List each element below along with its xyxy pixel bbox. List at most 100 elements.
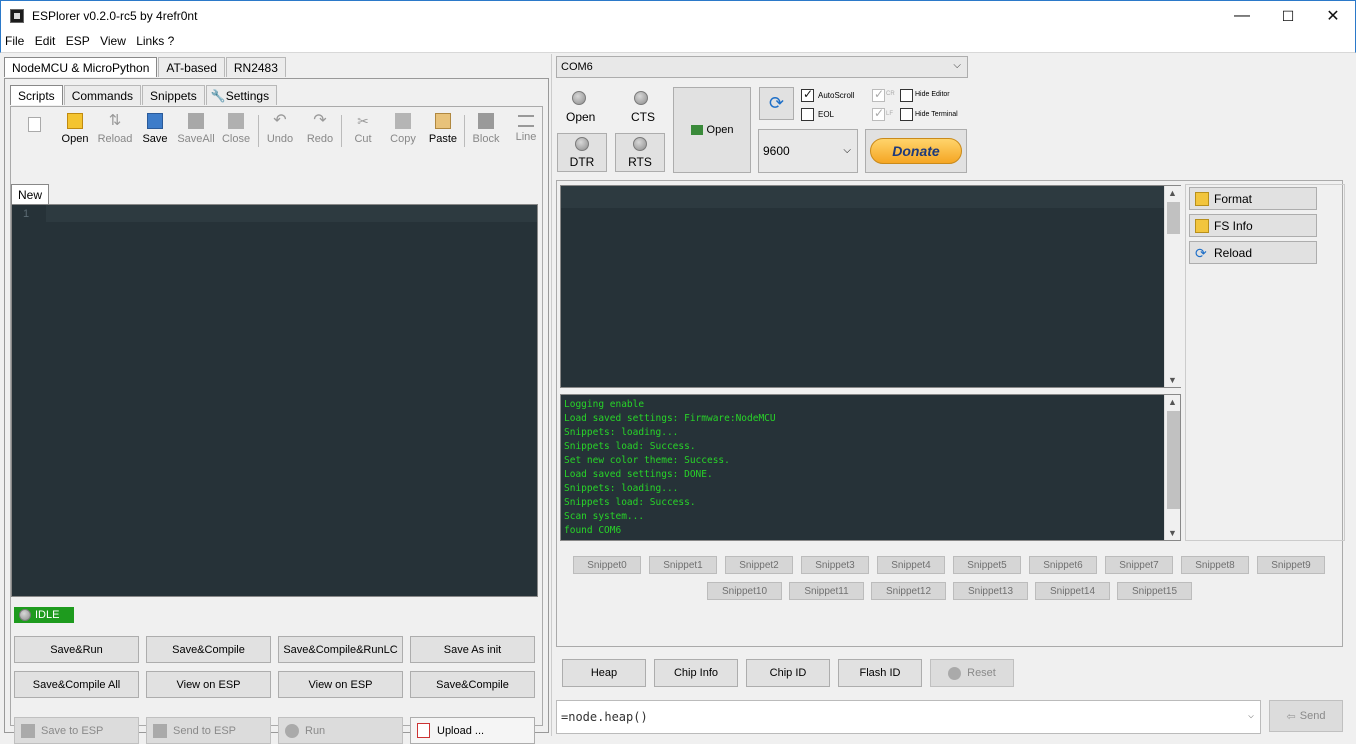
- view-on-esp-button[interactable]: View on ESP: [146, 671, 271, 698]
- snippet-button[interactable]: Snippet13: [953, 582, 1028, 600]
- log-scroll-thumb[interactable]: [1167, 411, 1180, 509]
- minimize-button[interactable]: —: [1219, 1, 1265, 31]
- cr-checkbox[interactable]: [872, 87, 885, 102]
- paste-button[interactable]: Paste: [423, 111, 463, 151]
- refresh-ports-button[interactable]: ⟳: [759, 87, 794, 120]
- chevron-down-icon: ⌵: [1247, 710, 1254, 721]
- format-icon: [1195, 191, 1209, 206]
- log-line: Load saved settings: Firmware:NodeMCU: [564, 413, 776, 424]
- menu-links[interactable]: Links ?: [132, 31, 177, 48]
- snippet-button[interactable]: Snippet10: [707, 582, 782, 600]
- reload-button[interactable]: ⇅ Reload: [95, 111, 135, 151]
- format-button[interactable]: Format: [1189, 187, 1317, 210]
- save-to-esp-button[interactable]: Save to ESP: [14, 717, 139, 744]
- snippet-button[interactable]: Snippet5: [953, 556, 1021, 574]
- redo-button[interactable]: ↷ Redo: [300, 111, 340, 151]
- side-reload-button[interactable]: ⟳ Reload: [1189, 241, 1317, 264]
- command-input[interactable]: =node.heap() ⌵: [556, 700, 1261, 734]
- menu-edit[interactable]: Edit: [31, 31, 59, 48]
- save-button[interactable]: Save: [135, 111, 175, 151]
- heap-button[interactable]: Heap: [562, 659, 646, 687]
- save-run-button[interactable]: Save&Run: [14, 636, 139, 663]
- upload-button[interactable]: Upload ...: [410, 717, 535, 744]
- copy-button[interactable]: Copy: [383, 111, 423, 151]
- tab-settings[interactable]: 🔧Settings: [205, 85, 278, 105]
- snippet-button[interactable]: Snippet2: [725, 556, 793, 574]
- maximize-button[interactable]: ☐: [1265, 1, 1311, 31]
- open-button[interactable]: Open: [55, 111, 95, 151]
- tab-nodemcu[interactable]: NodeMCU & MicroPython: [4, 57, 158, 77]
- close-button[interactable]: ✕: [1310, 1, 1356, 31]
- snippet-button[interactable]: Snippet15: [1117, 582, 1192, 600]
- rts-button[interactable]: RTS: [615, 133, 665, 172]
- menu-view[interactable]: View: [96, 31, 129, 48]
- plug-icon: [690, 125, 703, 135]
- save-compile-button-2[interactable]: Save&Compile: [410, 671, 535, 698]
- format-label: Format: [1214, 191, 1253, 206]
- flash-id-button[interactable]: Flash ID: [838, 659, 922, 687]
- save-compile-runlc-button[interactable]: Save&Compile&RunLC: [278, 636, 403, 663]
- reset-button[interactable]: Reset: [930, 659, 1014, 687]
- donate-badge: Donate: [870, 138, 962, 164]
- terminal-output[interactable]: ▲ ▼: [560, 185, 1181, 388]
- terminal-scrollbar[interactable]: ▲ ▼: [1164, 186, 1181, 387]
- autoscroll-checkbox[interactable]: [801, 87, 814, 102]
- eol-label: EOL: [818, 110, 835, 119]
- donate-button[interactable]: Donate: [865, 129, 967, 173]
- send-button[interactable]: ⇦ Send: [1269, 700, 1343, 732]
- log-line: Snippets: loading...: [564, 483, 679, 494]
- save-compile-all-button[interactable]: Save&Compile All: [14, 671, 139, 698]
- fs-info-icon: [1195, 218, 1209, 233]
- hide-terminal-checkbox[interactable]: [900, 108, 913, 121]
- save-as-init-button[interactable]: Save As init: [410, 636, 535, 663]
- dtr-button[interactable]: DTR: [557, 133, 607, 172]
- line-gutter: 1: [12, 205, 46, 596]
- menu-file[interactable]: File: [1, 31, 27, 48]
- new-file-button[interactable]: [14, 111, 54, 151]
- baud-select[interactable]: 9600 ⌵: [758, 129, 858, 173]
- line-number: 1: [23, 208, 30, 220]
- send-to-esp-button[interactable]: Send to ESP: [146, 717, 271, 744]
- snippet-button[interactable]: Snippet4: [877, 556, 945, 574]
- port-select[interactable]: COM6 ⌵: [556, 56, 968, 78]
- tab-rn2483[interactable]: RN2483: [225, 57, 286, 77]
- snippet-button[interactable]: Snippet8: [1181, 556, 1249, 574]
- snippet-button[interactable]: Snippet0: [573, 556, 641, 574]
- snippet-button[interactable]: Snippet14: [1035, 582, 1110, 600]
- eol-checkbox[interactable]: [801, 108, 814, 121]
- cut-button[interactable]: ✂ Cut: [343, 111, 383, 151]
- snippet-button[interactable]: Snippet1: [649, 556, 717, 574]
- snippet-button[interactable]: Snippet9: [1257, 556, 1325, 574]
- saveall-button[interactable]: SaveAll: [176, 111, 216, 151]
- snippet-button[interactable]: Snippet6: [1029, 556, 1097, 574]
- lf-checkbox[interactable]: [872, 106, 885, 121]
- snippet-button[interactable]: Snippet12: [871, 582, 946, 600]
- line-button[interactable]: Line: [506, 111, 546, 151]
- menu-esp[interactable]: ESP: [62, 31, 93, 48]
- right-panel: COM6 ⌵ Open CTS DTR RTS Open ⟳ 9600 ⌵ Au…: [556, 54, 1356, 736]
- save-to-esp-label: Save to ESP: [41, 724, 104, 737]
- save-compile-button[interactable]: Save&Compile: [146, 636, 271, 663]
- snippet-button[interactable]: Snippet11: [789, 582, 864, 600]
- undo-button[interactable]: ↶ Undo: [260, 111, 300, 151]
- tab-snippets[interactable]: Snippets: [142, 85, 205, 105]
- run-button[interactable]: Run: [278, 717, 403, 744]
- block-button[interactable]: Block: [466, 111, 506, 151]
- hide-editor-checkbox[interactable]: [900, 89, 913, 102]
- terminal-scroll-thumb[interactable]: [1167, 202, 1180, 234]
- tab-scripts[interactable]: Scripts: [10, 85, 63, 105]
- close-file-button[interactable]: Close: [216, 111, 256, 151]
- log-panel[interactable]: Logging enable Load saved settings: Firmw…: [560, 394, 1181, 541]
- code-editor[interactable]: 1: [11, 204, 538, 597]
- open-port-button[interactable]: Open: [673, 87, 751, 173]
- view-on-esp-button-2[interactable]: View on ESP: [278, 671, 403, 698]
- snippet-button[interactable]: Snippet3: [801, 556, 869, 574]
- chip-id-button[interactable]: Chip ID: [746, 659, 830, 687]
- editor-tab-new[interactable]: New: [11, 184, 50, 205]
- tab-at-based[interactable]: AT-based: [158, 57, 225, 77]
- tab-commands[interactable]: Commands: [63, 85, 142, 105]
- chip-info-button[interactable]: Chip Info: [654, 659, 738, 687]
- log-scrollbar[interactable]: ▲ ▼: [1164, 395, 1180, 540]
- snippet-button[interactable]: Snippet7: [1105, 556, 1173, 574]
- fs-info-button[interactable]: FS Info: [1189, 214, 1317, 237]
